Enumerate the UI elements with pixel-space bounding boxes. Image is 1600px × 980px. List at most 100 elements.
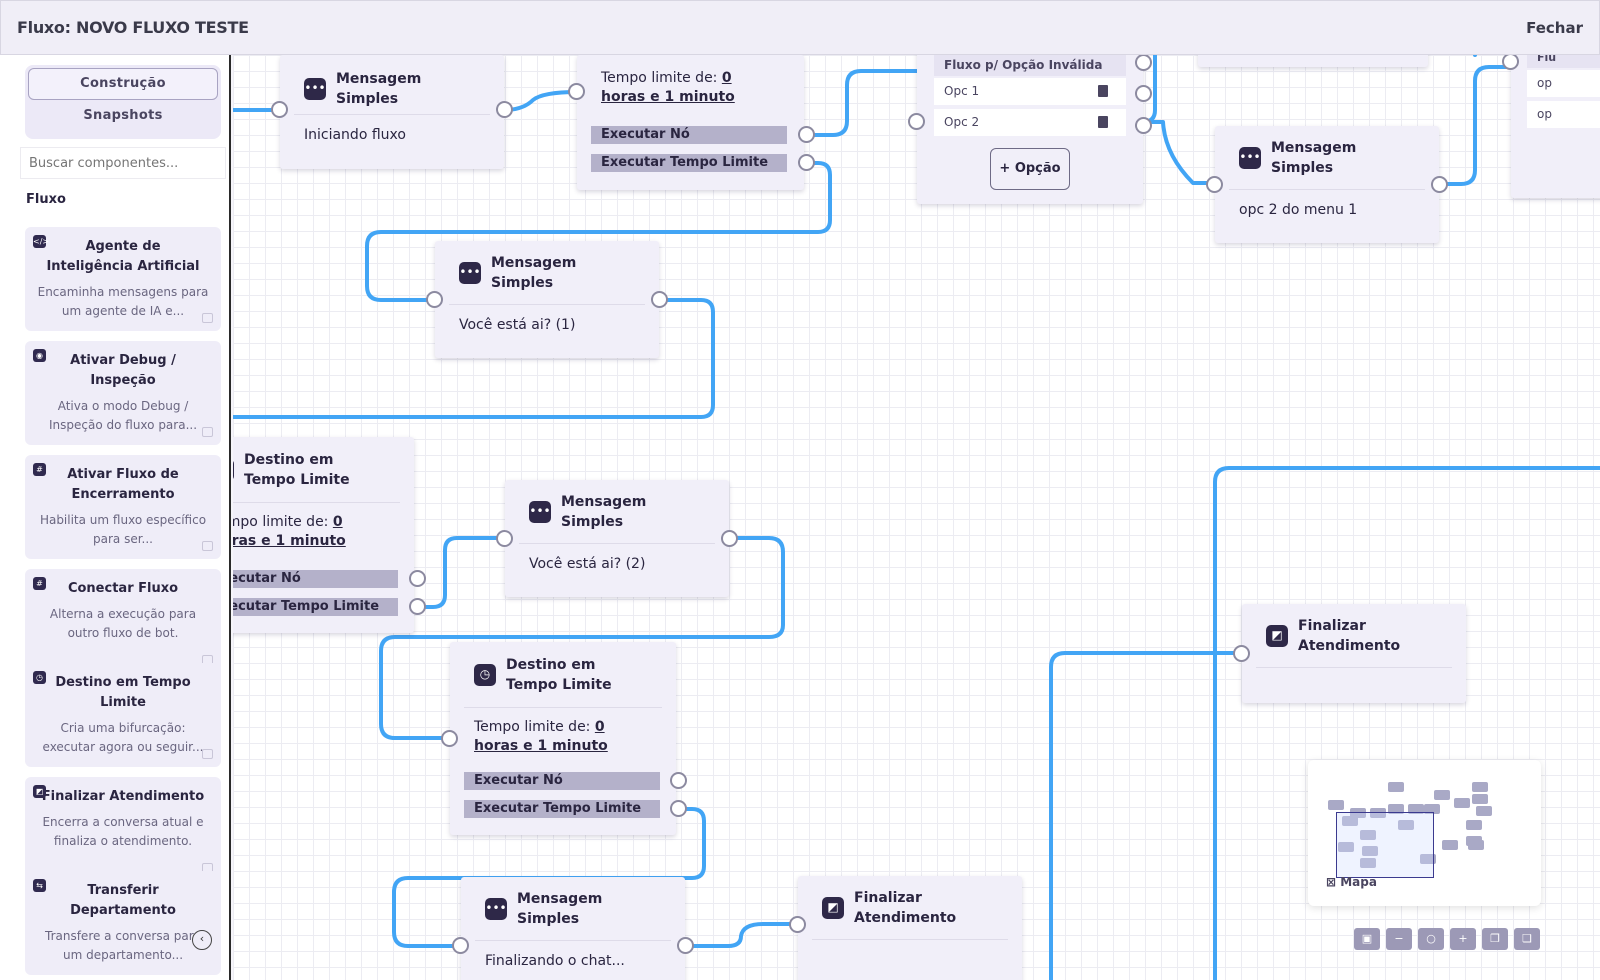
timeout-text: Tempo limite de: 0 horas e 1 minuto (233, 503, 414, 551)
opt2-output-port[interactable] (1135, 117, 1152, 134)
input-port[interactable] (426, 291, 443, 308)
timer-icon: ◷ (33, 671, 46, 684)
option-row: Opc 1 (934, 78, 1126, 105)
component-desc: Encerra a conversa atual e finaliza o at… (42, 815, 204, 848)
timeout-output-port[interactable] (798, 154, 815, 171)
node-mensagem-inicio[interactable]: ••• Mensagem Simples Iniciando fluxo (271, 55, 513, 169)
component-name: Transferir Departamento (70, 883, 176, 918)
minimap-node (1442, 840, 1458, 850)
add-option-button[interactable]: + Opção (990, 148, 1070, 190)
component-desc: Transfere a conversa para um departament… (45, 929, 201, 962)
component-card-debug[interactable]: ◉ Ativar Debug / Inspeção Ativa o modo D… (25, 341, 221, 445)
zoom-out-icon[interactable]: − (1386, 928, 1412, 950)
input-port[interactable] (452, 937, 469, 954)
component-card-finish[interactable]: ◩ Finalizar Atendimento Encerra a conver… (25, 777, 221, 881)
input-port[interactable] (789, 916, 806, 933)
minimap-node (1468, 840, 1484, 850)
section-title: Fluxo (26, 192, 66, 207)
component-desc: Habilita um fluxo específico para ser... (39, 513, 207, 546)
minimap[interactable]: ⊠ Mapa (1308, 760, 1541, 906)
input-port[interactable] (1206, 176, 1223, 193)
minimap-node (1472, 782, 1488, 792)
output-port[interactable] (677, 937, 694, 954)
node-partial-top[interactable] (1198, 55, 1428, 67)
exec-output-port[interactable] (798, 126, 815, 143)
collapse-sidebar-icon[interactable]: ‹ (192, 930, 212, 950)
trash-icon[interactable] (1098, 85, 1108, 97)
info-icon[interactable] (202, 749, 213, 759)
node-timeout-top[interactable]: Tempo limite de: 0 horas e 1 minuto Exec… (568, 55, 815, 190)
input-port[interactable] (908, 113, 925, 130)
node-mensagem-ai-1[interactable]: ••• Mensagem Simples Você está ai? (1) (426, 241, 668, 358)
component-card-transfer[interactable]: ⇆ Transferir Departamento Transfere a co… (25, 871, 221, 975)
zoom-in-icon[interactable]: + (1450, 928, 1476, 950)
finish-icon: ◩ (1266, 624, 1288, 647)
input-port[interactable] (496, 530, 513, 547)
search-components-input[interactable] (20, 147, 226, 179)
tab-snapshots[interactable]: Snapshots (28, 100, 218, 132)
component-card-timeout[interactable]: ◷ Destino em Tempo Limite Cria uma bifur… (25, 663, 221, 767)
timeout-output-port[interactable] (670, 800, 687, 817)
minimap-node (1472, 794, 1488, 804)
component-name: Destino em Tempo Limite (55, 675, 191, 710)
edge (683, 922, 800, 948)
paste-icon[interactable]: ❏ (1514, 928, 1540, 950)
canvas-toolbar: ▣ − ○ + ❐ ❏ (1354, 928, 1540, 950)
node-header: ••• Mensagem Simples (294, 55, 490, 115)
output-port[interactable] (496, 101, 513, 118)
exec-output-port[interactable] (409, 570, 426, 587)
node-timeout-low[interactable]: ◷ Destino em Tempo Limite Tempo limite d… (441, 642, 687, 835)
opt1-output-port[interactable] (1135, 85, 1152, 102)
save-icon[interactable]: ▣ (1354, 928, 1380, 950)
tab-construcao[interactable]: Construção (28, 68, 218, 100)
close-button[interactable]: Fechar (1526, 19, 1583, 37)
node-mensagem-bottom[interactable]: ••• Mensagem Simples Finalizando o chat.… (452, 877, 694, 980)
output-port[interactable] (651, 291, 668, 308)
minimap-label-text: Mapa (1340, 875, 1377, 889)
chat-icon: ••• (485, 897, 507, 920)
input-port[interactable] (1502, 55, 1519, 70)
output-port[interactable] (721, 530, 738, 547)
edge (502, 90, 579, 112)
node-header: ◩ Finalizar Atendimento (812, 876, 1008, 940)
output-port[interactable] (1431, 176, 1448, 193)
node-text: opc 2 do menu 1 (1239, 202, 1358, 218)
component-card-connect-flow[interactable]: # Conectar Fluxo Alterna a execução para… (25, 569, 221, 673)
node-title: Mensagem Simples (1271, 139, 1357, 176)
info-icon[interactable] (202, 313, 213, 323)
component-card-ai-agent[interactable]: </> Agente de Inteligência Artificial En… (25, 227, 221, 331)
option-row: Opc 2 (934, 109, 1126, 136)
flow-header: Fluxo: NOVO FLUXO TESTE Fechar (0, 0, 1600, 55)
info-icon[interactable] (202, 541, 213, 551)
trash-icon[interactable] (1098, 116, 1108, 128)
node-text: Você está ai? (1) (459, 317, 576, 333)
exec-output-port[interactable] (670, 772, 687, 789)
input-port[interactable] (568, 83, 585, 100)
node-text: Finalizando o chat... (485, 953, 625, 969)
info-icon[interactable] (202, 427, 213, 437)
node-finalizar-right[interactable]: ◩ Finalizar Atendimento (1233, 604, 1466, 703)
exec-timeout-bar: Executar Tempo Limite (591, 154, 787, 172)
node-menu[interactable]: Fluxo p/ Opção Inválida Opc 1 Opc 2 + Op… (908, 55, 1152, 204)
node-mensagem-opc2[interactable]: ••• Mensagem Simples opc 2 do menu 1 (1206, 126, 1448, 243)
input-port[interactable] (271, 101, 288, 118)
node-mensagem-ai-2[interactable]: ••• Mensagem Simples Você está ai? (2) (496, 480, 738, 597)
input-port[interactable] (1233, 645, 1250, 662)
timeout-output-port[interactable] (409, 598, 426, 615)
component-card-closing-flow[interactable]: # Ativar Fluxo de Encerramento Habilita … (25, 455, 221, 559)
component-desc: Cria uma bifurcação: executar agora ou s… (42, 721, 204, 754)
node-partial-right[interactable]: Flu op op (1502, 55, 1600, 198)
minimap-label: ⊠ Mapa (1326, 875, 1377, 889)
node-timeout-mid[interactable]: ◷ Destino em Tempo Limite Tempo limite d… (233, 437, 426, 633)
node-title: Mensagem Simples (517, 890, 603, 927)
copy-icon[interactable]: ❐ (1482, 928, 1508, 950)
node-finalizar-bottom[interactable]: ◩ Finalizar Atendimento (789, 876, 1022, 980)
code-icon: </> (33, 235, 50, 248)
eye-icon: ◉ (33, 349, 46, 362)
component-name: Ativar Debug / Inspeção (70, 353, 176, 388)
timeout-text: Tempo limite de: 0 horas e 1 minuto (577, 55, 804, 107)
input-port[interactable] (441, 730, 458, 747)
minimap-viewport[interactable] (1336, 812, 1434, 878)
zoom-fit-icon[interactable]: ○ (1418, 928, 1444, 950)
node-header: ◩ Finalizar Atendimento (1256, 604, 1452, 668)
